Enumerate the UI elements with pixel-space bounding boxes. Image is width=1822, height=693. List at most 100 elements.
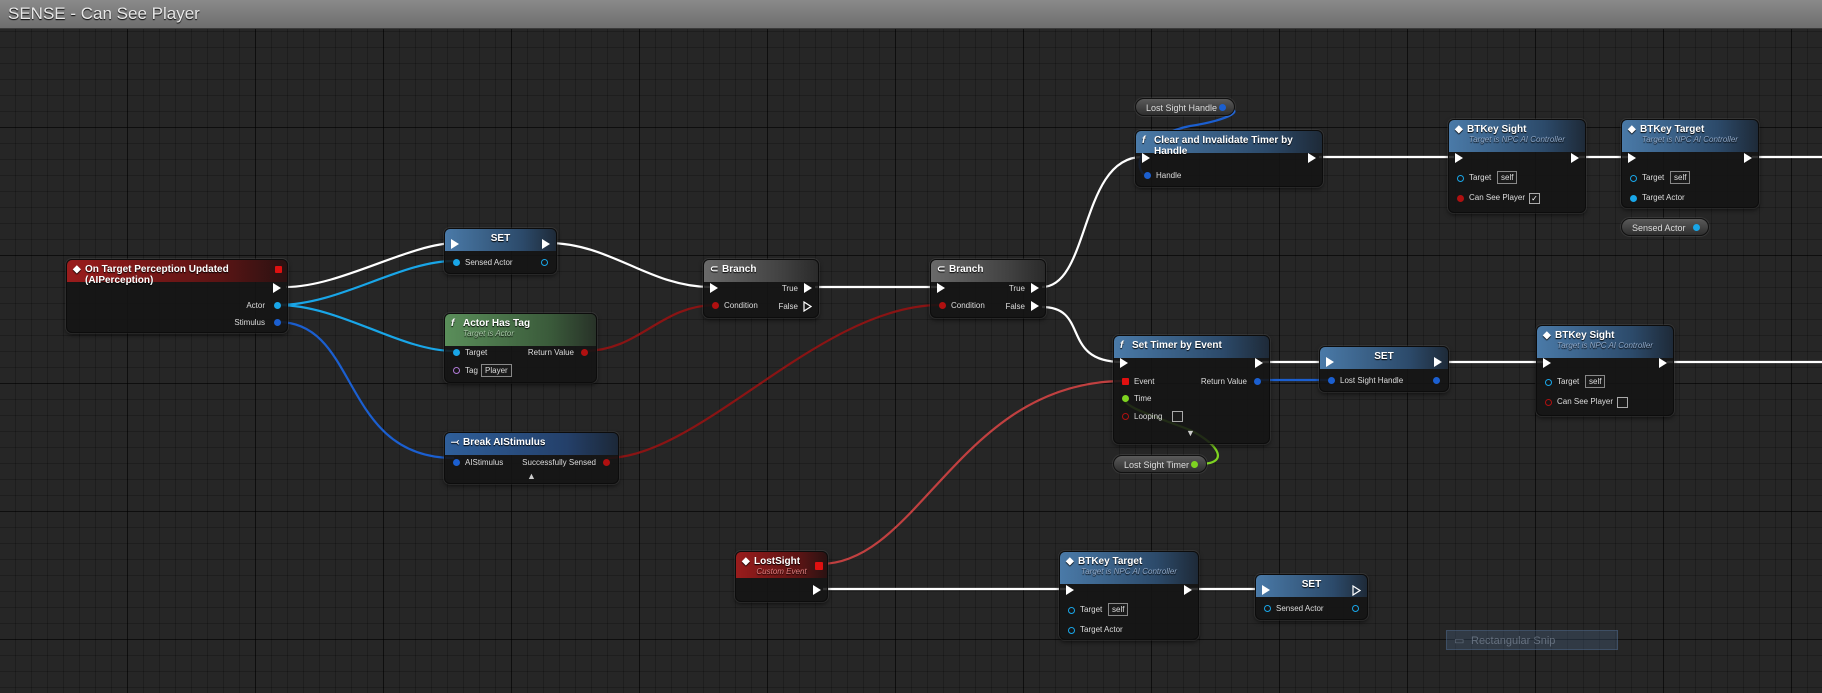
set-node-sensed-actor[interactable]: SET Sensed Actor xyxy=(444,228,557,274)
true-exec-pin[interactable] xyxy=(1031,283,1039,293)
variable-getter-lost-sight-timer[interactable]: Lost Sight Timer xyxy=(1113,455,1207,473)
false-exec-pin[interactable] xyxy=(803,301,812,312)
return-value-pin[interactable] xyxy=(581,349,588,356)
event-node-on-target-perception-updated[interactable]: ◆ On Target Perception Updated (AIPercept… xyxy=(66,259,288,333)
lost-sight-handle-in-pin[interactable] xyxy=(1328,377,1335,384)
function-node-btkey-target-2[interactable]: ◆ BTKey Target Target is NPC AI Controlle… xyxy=(1059,551,1199,640)
exec-in-pin[interactable] xyxy=(1142,153,1150,163)
branch-node-1[interactable]: ⊂ Branch True Condition False xyxy=(703,259,819,318)
ai-stimulus-pin[interactable] xyxy=(453,459,460,466)
exec-out-pin[interactable] xyxy=(1434,357,1442,367)
lost-sight-handle-out-pin[interactable] xyxy=(1219,104,1226,111)
target-self-field[interactable]: self xyxy=(1670,171,1691,184)
variable-getter-sensed-actor[interactable]: Sensed Actor xyxy=(1621,218,1709,236)
pin-label-target-actor: Target Actor xyxy=(1080,625,1123,634)
true-exec-pin[interactable] xyxy=(804,283,812,293)
event-diamond-icon: ◆ xyxy=(73,264,81,275)
exec-out-pin[interactable] xyxy=(1571,153,1579,163)
pin-label-target: Target xyxy=(465,348,488,357)
set-node-sensed-actor-2[interactable]: SET Sensed Actor xyxy=(1255,574,1368,620)
exec-in-pin[interactable] xyxy=(1543,358,1551,368)
expand-arrow-icon[interactable]: ▼ xyxy=(1186,428,1195,438)
exec-out-pin[interactable] xyxy=(1744,153,1752,163)
target-pin[interactable] xyxy=(1630,175,1637,182)
exec-in-pin[interactable] xyxy=(1628,153,1636,163)
variable-getter-lost-sight-handle[interactable]: Lost Sight Handle xyxy=(1135,98,1235,116)
actor-pin[interactable] xyxy=(274,302,281,309)
can-see-player-checkbox[interactable]: ✓ xyxy=(1529,193,1540,204)
time-pin[interactable] xyxy=(1122,395,1129,402)
break-struct-node-ai-stimulus[interactable]: ⤙ Break AIStimulus AIStimulus Successfull… xyxy=(444,432,619,484)
lost-sight-timer-out-pin[interactable] xyxy=(1191,461,1198,468)
function-node-actor-has-tag[interactable]: f Actor Has Tag Target is Actor Target Re… xyxy=(444,313,597,383)
sensed-actor-out-pin[interactable] xyxy=(1352,605,1359,612)
delegate-pin[interactable] xyxy=(275,266,282,273)
return-value-pin[interactable] xyxy=(1254,378,1261,385)
node-subtitle: Target is NPC AI Controller xyxy=(1469,135,1565,144)
break-icon: ⤙ xyxy=(451,437,459,448)
function-node-btkey-sight-1[interactable]: ◆ BTKey Sight Target is NPC AI Controller… xyxy=(1448,119,1586,213)
can-see-player-checkbox[interactable] xyxy=(1617,397,1628,408)
exec-out-pin[interactable] xyxy=(1255,358,1263,368)
exec-out-pin[interactable] xyxy=(1308,153,1316,163)
delegate-pin[interactable] xyxy=(815,562,823,570)
exec-out-pin[interactable] xyxy=(542,239,550,249)
pin-label-true: True xyxy=(781,284,798,293)
event-delegate-pin[interactable] xyxy=(1122,378,1129,385)
function-icon: ◆ xyxy=(1455,124,1463,135)
target-actor-pin[interactable] xyxy=(1630,195,1637,202)
can-see-player-pin[interactable] xyxy=(1545,399,1552,406)
collapse-arrow-icon[interactable]: ▲ xyxy=(527,471,536,481)
exec-in-pin[interactable] xyxy=(1262,585,1270,595)
handle-pin[interactable] xyxy=(1144,172,1151,179)
branch-node-2[interactable]: ⊂ Branch True Condition False xyxy=(930,259,1046,318)
target-pin[interactable] xyxy=(1068,607,1075,614)
target-pin[interactable] xyxy=(1457,175,1464,182)
custom-event-node-lost-sight[interactable]: ◆ LostSight Custom Event xyxy=(735,551,828,602)
can-see-player-pin[interactable] xyxy=(1457,195,1464,202)
tag-pin[interactable] xyxy=(453,367,460,374)
target-pin[interactable] xyxy=(453,349,460,356)
sensed-actor-in-pin[interactable] xyxy=(453,259,460,266)
exec-in-pin[interactable] xyxy=(1326,357,1334,367)
target-self-field[interactable]: self xyxy=(1585,375,1606,388)
tag-value-field[interactable]: Player xyxy=(481,364,512,377)
looping-checkbox[interactable] xyxy=(1172,411,1183,422)
function-node-clear-and-invalidate-timer[interactable]: f Clear and Invalidate Timer by Handle Ha… xyxy=(1135,130,1323,187)
exec-out-pin[interactable] xyxy=(1352,585,1361,596)
exec-out-pin[interactable] xyxy=(1659,358,1667,368)
lost-sight-handle-out-pin[interactable] xyxy=(1433,377,1440,384)
condition-pin[interactable] xyxy=(939,302,946,309)
exec-in-pin[interactable] xyxy=(451,239,459,249)
exec-in-pin[interactable] xyxy=(1455,153,1463,163)
function-node-set-timer-by-event[interactable]: f Set Timer by Event Event Return Value T… xyxy=(1113,335,1270,444)
exec-out-pin[interactable] xyxy=(1184,585,1192,595)
function-node-btkey-sight-2[interactable]: ◆ BTKey Sight Target is NPC AI Controller… xyxy=(1536,325,1674,416)
pin-label-true: True xyxy=(1008,284,1025,293)
exec-in-pin[interactable] xyxy=(937,283,945,293)
looping-pin[interactable] xyxy=(1122,413,1129,420)
false-exec-pin[interactable] xyxy=(1031,301,1039,311)
target-self-field[interactable]: self xyxy=(1497,171,1518,184)
set-node-lost-sight-handle[interactable]: SET Lost Sight Handle xyxy=(1319,346,1449,392)
function-node-btkey-target-1[interactable]: ◆ BTKey Target Target is NPC AI Controlle… xyxy=(1621,119,1759,208)
sensed-actor-in-pin[interactable] xyxy=(1264,605,1271,612)
sensed-actor-out-pin[interactable] xyxy=(541,259,548,266)
pin-label-target: Target xyxy=(1469,173,1492,182)
condition-pin[interactable] xyxy=(712,302,719,309)
exec-in-pin[interactable] xyxy=(1066,585,1074,595)
exec-out-pin[interactable] xyxy=(813,585,821,595)
pin-label-condition: Condition xyxy=(724,301,758,310)
target-actor-pin[interactable] xyxy=(1068,627,1075,634)
sensed-actor-out-pin[interactable] xyxy=(1693,224,1700,231)
exec-out-pin[interactable] xyxy=(273,283,281,293)
node-subtitle: Target is NPC AI Controller xyxy=(1081,567,1177,576)
pin-label-stimulus: Stimulus xyxy=(234,318,265,327)
stimulus-pin[interactable] xyxy=(274,319,281,326)
exec-in-pin[interactable] xyxy=(1120,358,1128,368)
node-header: ◆ BTKey Target Target is NPC AI Controlle… xyxy=(1622,120,1758,152)
successfully-sensed-pin[interactable] xyxy=(603,459,610,466)
exec-in-pin[interactable] xyxy=(710,283,718,293)
target-pin[interactable] xyxy=(1545,379,1552,386)
target-self-field[interactable]: self xyxy=(1108,603,1129,616)
